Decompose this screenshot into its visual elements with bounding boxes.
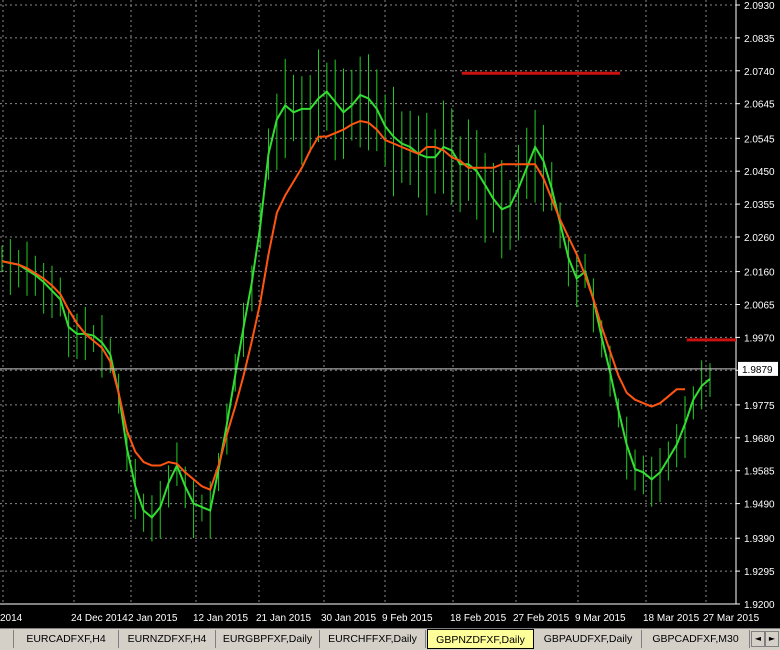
x-tick-label: 18 Feb 2015 [450,613,507,624]
chart-tab-eurcadfxf-h4[interactable]: EURCADFXF,H4 [14,630,119,648]
y-tick-label: 2.0260 [744,233,775,244]
chart-tab-eurgbpfxf-daily[interactable]: EURGBPFXF,Daily [216,630,320,648]
current-price-label: 1.9879 [742,365,773,376]
x-tick-label: 21 Jan 2015 [256,613,311,624]
x-tick-label: 2 Jan 2015 [128,613,178,624]
tab-scroll-right-button[interactable]: ► [765,631,779,647]
y-tick-label: 1.9390 [744,534,775,545]
y-tick-label: 2.0545 [744,134,775,145]
y-tick-label: 1.9585 [744,467,775,478]
y-tick-label: 2.0160 [744,268,775,279]
y-tick-label: 2.0065 [744,301,775,312]
x-tick-label: 18 Mar 2015 [643,613,700,624]
y-tick-label: 2.0450 [744,167,775,178]
y-tick-label: 1.9775 [744,401,775,412]
y-tick-label: 1.9680 [744,434,775,445]
price-chart[interactable]: 2014 24 Dec 2014 2 Jan 2015 12 Jan 2015 21 J… [0,0,780,628]
chart-tab-gbpaudfxf-daily[interactable]: GBPAUDFXF,Daily [535,630,642,648]
y-tick-label: 2.0740 [744,67,775,78]
x-tick-label: 30 Jan 2015 [321,613,376,624]
chart-tab-eurchffxf-daily[interactable]: EURCHFFXF,Daily [320,630,426,648]
chart-tab[interactable] [0,630,14,648]
tab-scroll-left-button[interactable]: ◄ [751,631,765,647]
y-tick-label: 1.9970 [744,333,775,344]
slow-ma-line [1,119,685,492]
x-tick-label: 27 Mar 2015 [703,613,760,624]
y-tick-label: 1.9200 [744,600,775,611]
y-tick-label: 2.0355 [744,200,775,211]
x-tick-label: 24 Dec 2014 [71,613,128,624]
chart-tab-bar: EURCADFXF,H4 EURNZDFXF,H4 EURGBPFXF,Dail… [0,628,780,650]
y-tick-label: 1.9295 [744,567,775,578]
x-tick-label: 2014 [0,613,23,624]
x-tick-label: 27 Feb 2015 [513,613,570,624]
x-tick-label: 9 Feb 2015 [382,613,433,624]
chart-area[interactable]: 2014 24 Dec 2014 2 Jan 2015 12 Jan 2015 21 J… [0,0,780,628]
chart-tab-eurnzdfxf-h4[interactable]: EURNZDFXF,H4 [119,630,216,648]
y-tick-label: 1.9490 [744,500,775,511]
x-tick-label: 9 Mar 2015 [575,613,626,624]
y-tick-label: 2.0835 [744,34,775,45]
chart-tab-gbpcadfxf-m30[interactable]: GBPCADFXF,M30 [642,630,750,648]
x-tick-label: 12 Jan 2015 [193,613,248,624]
y-tick-label: 2.0930 [744,1,775,12]
y-tick-label: 2.0645 [744,100,775,111]
chart-tab-gbpnzdfxf-daily[interactable]: GBPNZDFXF,Daily [427,629,534,649]
